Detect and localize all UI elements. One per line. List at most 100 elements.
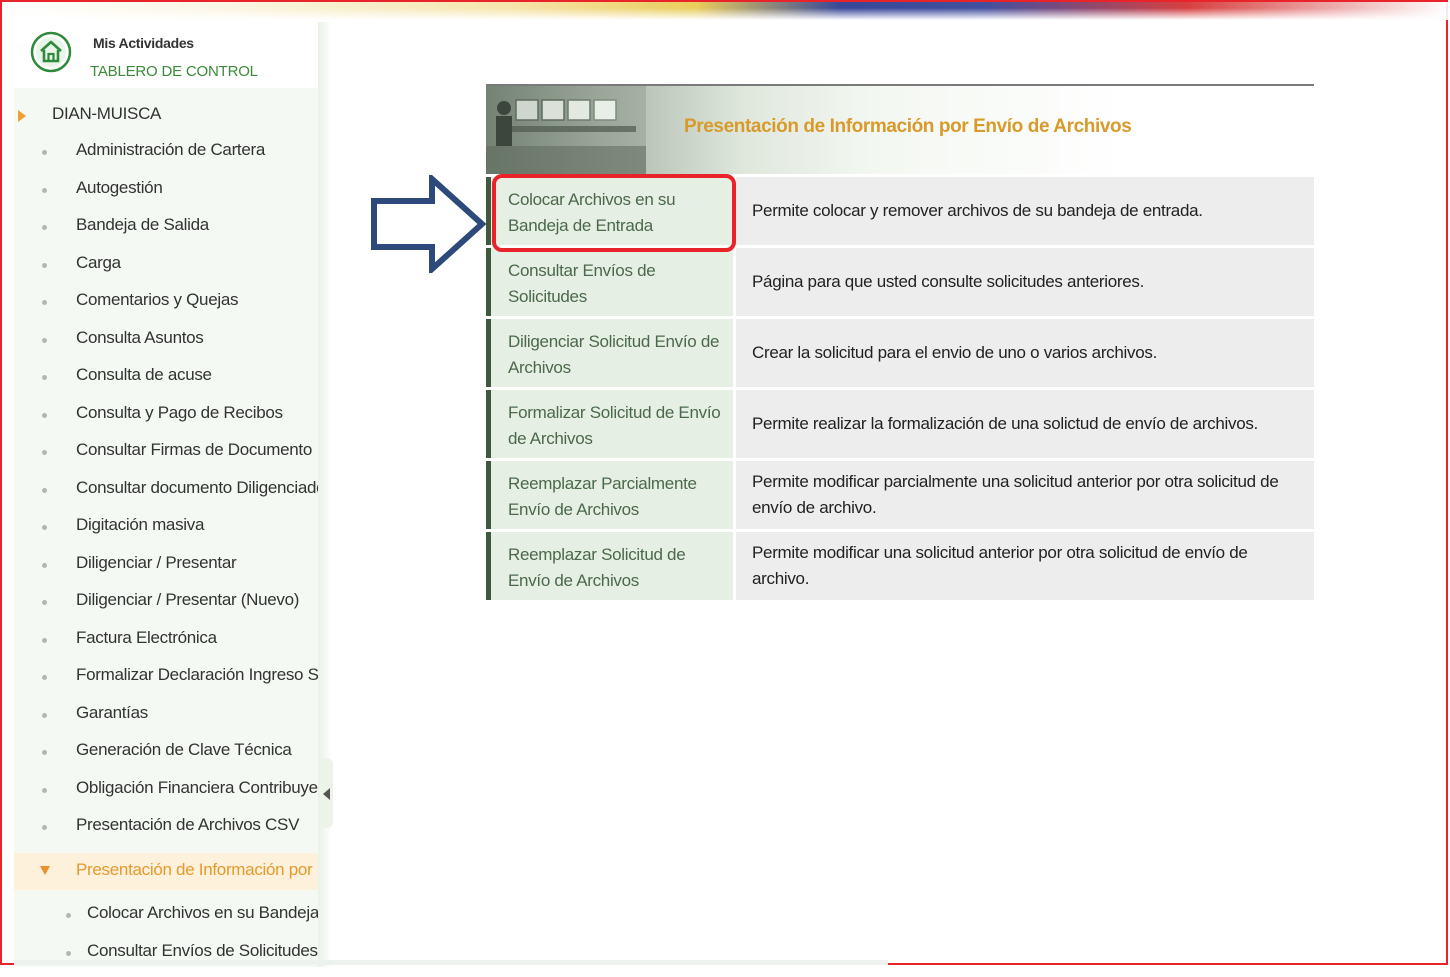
sidebar-item[interactable]: Diligenciar / Presentar [14,552,318,590]
bullet-icon [42,225,47,230]
sidebar-item[interactable]: Consultar documento Diligenciado [14,477,318,515]
sidebar-item[interactable]: Consulta Asuntos [14,327,318,365]
sidebar-item-label[interactable]: Carga [76,253,121,273]
option-link-reemplazar-solicitud[interactable]: Reemplazar Solicitud de Envío de Archivo… [508,542,723,594]
expand-arrow-icon[interactable] [18,110,26,122]
sidebar-item[interactable]: Bandeja de Salida [14,214,318,252]
bullet-icon [42,300,47,305]
sidebar-item-label[interactable]: Consultar documento Diligenciado [76,478,318,498]
sidebar-item-label[interactable]: Administración de Cartera [76,140,265,160]
option-description: Permite modificar parcialmente una solic… [752,469,1302,521]
sidebar-item[interactable]: Carga [14,252,318,290]
brand-title[interactable]: Mis Actividades [93,35,194,51]
description-cell: Permite colocar y remover archivos de su… [736,177,1314,245]
collapse-arrow-icon[interactable] [40,866,50,875]
description-cell: Permite realizar la formalización de una… [736,390,1314,458]
option-description: Permite modificar una solicitud anterior… [752,540,1302,592]
sidebar-item-active-label[interactable]: Presentación de Información por [76,860,316,880]
option-link-formalizar-solicitud[interactable]: Formalizar Solicitud de Envío de Archivo… [508,400,723,452]
option-link-consultar-envios[interactable]: Consultar Envíos de Solicitudes [508,258,723,310]
bullet-icon [42,188,47,193]
sidebar-item[interactable]: Obligación Financiera Contribuyente [14,777,318,815]
sidebar-menu: Administración de Cartera Autogestión Ba… [14,139,318,852]
sidebar-item-label[interactable]: Obligación Financiera Contribuyente [76,778,318,798]
sidebar-item[interactable]: Consulta y Pago de Recibos [14,402,318,440]
sidebar-subitem[interactable]: Colocar Archivos en su Bandeja [14,902,318,940]
bullet-icon [42,338,47,343]
sidebar-item-label[interactable]: Consulta y Pago de Recibos [76,403,283,423]
sidebar-subitem-label[interactable]: Consultar Envíos de Solicitudes [87,941,318,961]
description-cell: Crear la solicitud para el envio de uno … [736,319,1314,387]
bullet-icon [66,951,71,956]
top-color-bar [2,2,1448,20]
option-link-diligenciar-solicitud[interactable]: Diligenciar Solicitud Envío de Archivos [508,329,723,381]
table-row: Reemplazar Solicitud de Envío de Archivo… [486,532,1314,600]
bullet-icon [42,675,47,680]
sidebar-item-label[interactable]: Generación de Clave Técnica [76,740,292,760]
sidebar-item-label[interactable]: Consulta Asuntos [76,328,204,348]
sidebar-item-label[interactable]: Garantías [76,703,148,723]
table-row: Consultar Envíos de Solicitudes Página p… [486,248,1314,316]
bullet-icon [42,375,47,380]
page-title: Presentación de Información por Envío de… [684,116,1131,138]
description-cell: Permite modificar parcialmente una solic… [736,461,1314,529]
sidebar-item-label[interactable]: Factura Electrónica [76,628,217,648]
table-row: Formalizar Solicitud de Envío de Archivo… [486,390,1314,458]
sidebar-item-label[interactable]: Autogestión [76,178,163,198]
sidebar-item-label[interactable]: Formalizar Declaración Ingreso S [76,665,318,685]
description-cell: Página para que usted consulte solicitud… [736,248,1314,316]
bullet-icon [42,563,47,568]
bullet-icon [42,450,47,455]
option-description: Permite realizar la formalización de una… [752,411,1302,437]
bullet-icon [42,750,47,755]
sidebar-item[interactable]: Garantías [14,702,318,740]
sidebar-item-label[interactable]: Diligenciar / Presentar [76,553,236,573]
sidebar-item-label[interactable]: Bandeja de Salida [76,215,209,235]
sidebar-item-label[interactable]: Comentarios y Quejas [76,290,238,310]
sidebar-item[interactable]: Administración de Cartera [14,139,318,177]
bullet-icon [66,913,71,918]
bullet-icon [42,263,47,268]
sidebar-item[interactable]: Comentarios y Quejas [14,289,318,327]
sidebar-item-label[interactable]: Consultar Firmas de Documento [76,440,312,460]
sidebar-item[interactable]: Presentación de Archivos CSV [14,814,318,852]
bullet-icon [42,788,47,793]
option-description: Página para que usted consulte solicitud… [752,269,1302,295]
table-row: Diligenciar Solicitud Envío de Archivos … [486,319,1314,387]
sidebar-item[interactable]: Formalizar Declaración Ingreso S [14,664,318,702]
computer-lab-image [486,86,646,174]
bullet-icon [42,600,47,605]
chevron-left-icon[interactable] [323,788,330,800]
sidebar-item-label[interactable]: Digitación masiva [76,515,204,535]
sidebar-item-label[interactable]: Consulta de acuse [76,365,212,385]
sidebar-item[interactable]: Digitación masiva [14,514,318,552]
bullet-icon [42,825,47,830]
option-description: Crear la solicitud para el envio de uno … [752,340,1302,366]
sidebar-item[interactable]: Generación de Clave Técnica [14,739,318,777]
bullet-icon [42,488,47,493]
sidebar-item-label[interactable]: Presentación de Archivos CSV [76,815,299,835]
sidebar-subitem[interactable]: Consultar Envíos de Solicitudes [14,940,318,977]
highlight-annotation-box [492,174,736,252]
sidebar-item[interactable]: Autogestión [14,177,318,215]
brand-subtitle[interactable]: TABLERO DE CONTROL [90,63,258,80]
option-link-reemplazar-parcialmente[interactable]: Reemplazar Parcialmente Envío de Archivo… [508,471,723,523]
sidebar-item[interactable]: Consultar Firmas de Documento [14,439,318,477]
table-row: Reemplazar Parcialmente Envío de Archivo… [486,461,1314,529]
sidebar-submenu: Colocar Archivos en su Bandeja Consultar… [14,902,318,977]
bullet-icon [42,638,47,643]
arrow-right-icon [370,175,490,273]
sidebar-item[interactable]: Factura Electrónica [14,627,318,665]
home-icon[interactable] [30,31,72,73]
sidebar-subitem-label[interactable]: Colocar Archivos en su Bandeja [87,903,318,923]
bullet-icon [42,413,47,418]
sidebar-item-label[interactable]: Diligenciar / Presentar (Nuevo) [76,590,299,610]
sidebar-item[interactable]: Consulta de acuse [14,364,318,402]
option-description: Permite colocar y remover archivos de su… [752,198,1302,224]
bullet-icon [42,713,47,718]
sidebar-root-dian-muisca[interactable]: DIAN-MUISCA [52,104,161,124]
bullet-icon [42,150,47,155]
horizontal-scrollbar[interactable] [14,960,888,965]
sidebar-item[interactable]: Diligenciar / Presentar (Nuevo) [14,589,318,627]
description-cell: Permite modificar una solicitud anterior… [736,532,1314,600]
